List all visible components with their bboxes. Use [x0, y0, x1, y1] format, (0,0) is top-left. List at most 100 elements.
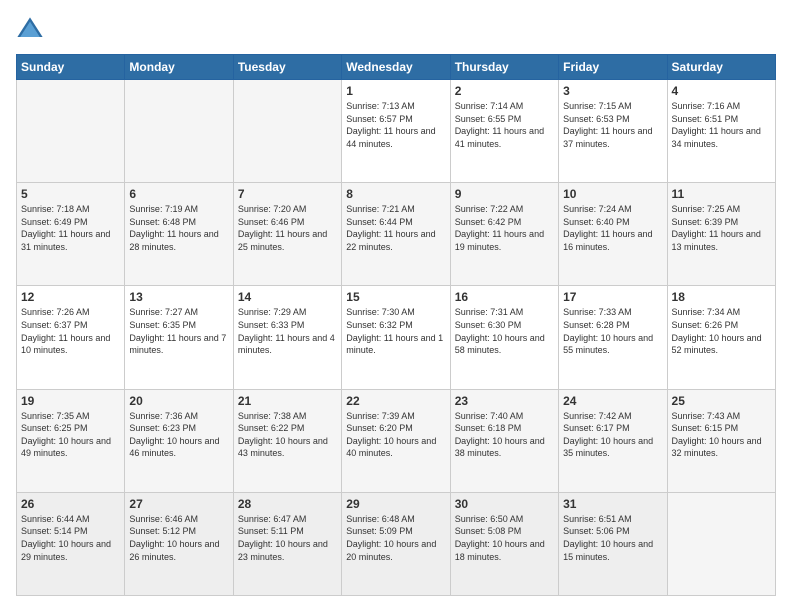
day-number: 20 — [129, 394, 228, 408]
calendar-day-cell — [233, 80, 341, 183]
day-info: Sunrise: 7:21 AM Sunset: 6:44 PM Dayligh… — [346, 203, 445, 253]
day-info: Sunrise: 7:30 AM Sunset: 6:32 PM Dayligh… — [346, 306, 445, 356]
day-info: Sunrise: 6:51 AM Sunset: 5:06 PM Dayligh… — [563, 513, 662, 563]
day-number: 19 — [21, 394, 120, 408]
calendar-day-cell: 1Sunrise: 7:13 AM Sunset: 6:57 PM Daylig… — [342, 80, 450, 183]
calendar-day-cell: 15 Sunrise: 7:30 AM Sunset: 6:32 PM Dayli… — [342, 286, 450, 389]
day-info: Sunrise: 7:16 AM Sunset: 6:51 PM Dayligh… — [672, 100, 771, 150]
day-info: Sunrise: 7:24 AM Sunset: 6:40 PM Dayligh… — [563, 203, 662, 253]
day-number: 31 — [563, 497, 662, 511]
calendar-day-cell: 22 Sunrise: 7:39 AM Sunset: 6:20 PM Dayli… — [342, 389, 450, 492]
day-info: Sunrise: 7:19 AM Sunset: 6:48 PM Dayligh… — [129, 203, 228, 253]
calendar-day-cell: 11 Sunrise: 7:25 AM Sunset: 6:39 PM Dayli… — [667, 183, 775, 286]
day-number: 30 — [455, 497, 554, 511]
day-info: Sunrise: 7:43 AM Sunset: 6:15 PM Dayligh… — [672, 410, 771, 460]
day-info: Sunrise: 6:50 AM Sunset: 5:08 PM Dayligh… — [455, 513, 554, 563]
day-info: Sunrise: 7:20 AM Sunset: 6:46 PM Dayligh… — [238, 203, 337, 253]
column-header-friday: Friday — [559, 55, 667, 80]
calendar-week-row: 1Sunrise: 7:13 AM Sunset: 6:57 PM Daylig… — [17, 80, 776, 183]
calendar-day-cell: 8 Sunrise: 7:21 AM Sunset: 6:44 PM Daylig… — [342, 183, 450, 286]
calendar-day-cell: 7 Sunrise: 7:20 AM Sunset: 6:46 PM Daylig… — [233, 183, 341, 286]
day-number: 16 — [455, 290, 554, 304]
day-info: Sunrise: 7:31 AM Sunset: 6:30 PM Dayligh… — [455, 306, 554, 356]
day-info: Sunrise: 6:47 AM Sunset: 5:11 PM Dayligh… — [238, 513, 337, 563]
calendar-day-cell — [667, 492, 775, 595]
day-number: 28 — [238, 497, 337, 511]
day-number: 29 — [346, 497, 445, 511]
day-info: Sunrise: 7:13 AM Sunset: 6:57 PM Dayligh… — [346, 100, 445, 150]
day-number: 7 — [238, 187, 337, 201]
day-number: 6 — [129, 187, 228, 201]
calendar-day-cell: 6 Sunrise: 7:19 AM Sunset: 6:48 PM Daylig… — [125, 183, 233, 286]
day-number: 26 — [21, 497, 120, 511]
calendar-day-cell: 29 Sunrise: 6:48 AM Sunset: 5:09 PM Dayli… — [342, 492, 450, 595]
logo-icon — [16, 16, 44, 44]
calendar-week-row: 5 Sunrise: 7:18 AM Sunset: 6:49 PM Daylig… — [17, 183, 776, 286]
calendar-table: SundayMondayTuesdayWednesdayThursdayFrid… — [16, 54, 776, 596]
calendar-day-cell: 2 Sunrise: 7:14 AM Sunset: 6:55 PM Daylig… — [450, 80, 558, 183]
day-info: Sunrise: 7:14 AM Sunset: 6:55 PM Dayligh… — [455, 100, 554, 150]
logo — [16, 16, 48, 44]
column-header-sunday: Sunday — [17, 55, 125, 80]
day-info: Sunrise: 7:22 AM Sunset: 6:42 PM Dayligh… — [455, 203, 554, 253]
day-number: 2 — [455, 84, 554, 98]
column-header-wednesday: Wednesday — [342, 55, 450, 80]
day-info: Sunrise: 7:15 AM Sunset: 6:53 PM Dayligh… — [563, 100, 662, 150]
day-number: 3 — [563, 84, 662, 98]
day-number: 22 — [346, 394, 445, 408]
day-number: 21 — [238, 394, 337, 408]
calendar-week-row: 19 Sunrise: 7:35 AM Sunset: 6:25 PM Dayli… — [17, 389, 776, 492]
day-info: Sunrise: 7:38 AM Sunset: 6:22 PM Dayligh… — [238, 410, 337, 460]
day-number: 12 — [21, 290, 120, 304]
column-header-tuesday: Tuesday — [233, 55, 341, 80]
calendar-day-cell: 5 Sunrise: 7:18 AM Sunset: 6:49 PM Daylig… — [17, 183, 125, 286]
calendar-day-cell: 13 Sunrise: 7:27 AM Sunset: 6:35 PM Dayli… — [125, 286, 233, 389]
day-info: Sunrise: 7:27 AM Sunset: 6:35 PM Dayligh… — [129, 306, 228, 356]
calendar-day-cell: 30 Sunrise: 6:50 AM Sunset: 5:08 PM Dayli… — [450, 492, 558, 595]
column-header-saturday: Saturday — [667, 55, 775, 80]
calendar-day-cell: 17Sunrise: 7:33 AM Sunset: 6:28 PM Dayli… — [559, 286, 667, 389]
day-info: Sunrise: 7:18 AM Sunset: 6:49 PM Dayligh… — [21, 203, 120, 253]
calendar-day-cell — [125, 80, 233, 183]
calendar-day-cell: 16 Sunrise: 7:31 AM Sunset: 6:30 PM Dayli… — [450, 286, 558, 389]
calendar-day-cell: 23Sunrise: 7:40 AM Sunset: 6:18 PM Dayli… — [450, 389, 558, 492]
calendar-day-cell: 21 Sunrise: 7:38 AM Sunset: 6:22 PM Dayli… — [233, 389, 341, 492]
day-info: Sunrise: 7:39 AM Sunset: 6:20 PM Dayligh… — [346, 410, 445, 460]
day-number: 18 — [672, 290, 771, 304]
day-number: 4 — [672, 84, 771, 98]
day-info: Sunrise: 7:25 AM Sunset: 6:39 PM Dayligh… — [672, 203, 771, 253]
day-number: 27 — [129, 497, 228, 511]
calendar-header-row: SundayMondayTuesdayWednesdayThursdayFrid… — [17, 55, 776, 80]
day-info: Sunrise: 6:48 AM Sunset: 5:09 PM Dayligh… — [346, 513, 445, 563]
day-number: 17 — [563, 290, 662, 304]
calendar-day-cell: 31 Sunrise: 6:51 AM Sunset: 5:06 PM Dayli… — [559, 492, 667, 595]
day-number: 8 — [346, 187, 445, 201]
day-info: Sunrise: 7:35 AM Sunset: 6:25 PM Dayligh… — [21, 410, 120, 460]
calendar-day-cell: 28 Sunrise: 6:47 AM Sunset: 5:11 PM Dayli… — [233, 492, 341, 595]
header — [16, 16, 776, 44]
day-number: 24 — [563, 394, 662, 408]
day-number: 15 — [346, 290, 445, 304]
day-info: Sunrise: 7:36 AM Sunset: 6:23 PM Dayligh… — [129, 410, 228, 460]
day-number: 5 — [21, 187, 120, 201]
day-info: Sunrise: 7:40 AM Sunset: 6:18 PM Dayligh… — [455, 410, 554, 460]
day-info: Sunrise: 6:44 AM Sunset: 5:14 PM Dayligh… — [21, 513, 120, 563]
day-number: 13 — [129, 290, 228, 304]
calendar-day-cell: 3 Sunrise: 7:15 AM Sunset: 6:53 PM Daylig… — [559, 80, 667, 183]
calendar-day-cell: 9 Sunrise: 7:22 AM Sunset: 6:42 PM Daylig… — [450, 183, 558, 286]
day-number: 9 — [455, 187, 554, 201]
day-info: Sunrise: 6:46 AM Sunset: 5:12 PM Dayligh… — [129, 513, 228, 563]
calendar-day-cell: 27 Sunrise: 6:46 AM Sunset: 5:12 PM Dayli… — [125, 492, 233, 595]
day-info: Sunrise: 7:42 AM Sunset: 6:17 PM Dayligh… — [563, 410, 662, 460]
calendar-day-cell: 14Sunrise: 7:29 AM Sunset: 6:33 PM Dayli… — [233, 286, 341, 389]
calendar-day-cell — [17, 80, 125, 183]
calendar-week-row: 12Sunrise: 7:26 AM Sunset: 6:37 PM Dayli… — [17, 286, 776, 389]
calendar-day-cell: 4 Sunrise: 7:16 AM Sunset: 6:51 PM Daylig… — [667, 80, 775, 183]
day-info: Sunrise: 7:29 AM Sunset: 6:33 PM Dayligh… — [238, 306, 337, 356]
calendar-day-cell: 18Sunrise: 7:34 AM Sunset: 6:26 PM Dayli… — [667, 286, 775, 389]
calendar-day-cell: 20 Sunrise: 7:36 AM Sunset: 6:23 PM Dayli… — [125, 389, 233, 492]
day-number: 11 — [672, 187, 771, 201]
calendar-day-cell: 19 Sunrise: 7:35 AM Sunset: 6:25 PM Dayli… — [17, 389, 125, 492]
day-number: 10 — [563, 187, 662, 201]
page: SundayMondayTuesdayWednesdayThursdayFrid… — [0, 0, 792, 612]
